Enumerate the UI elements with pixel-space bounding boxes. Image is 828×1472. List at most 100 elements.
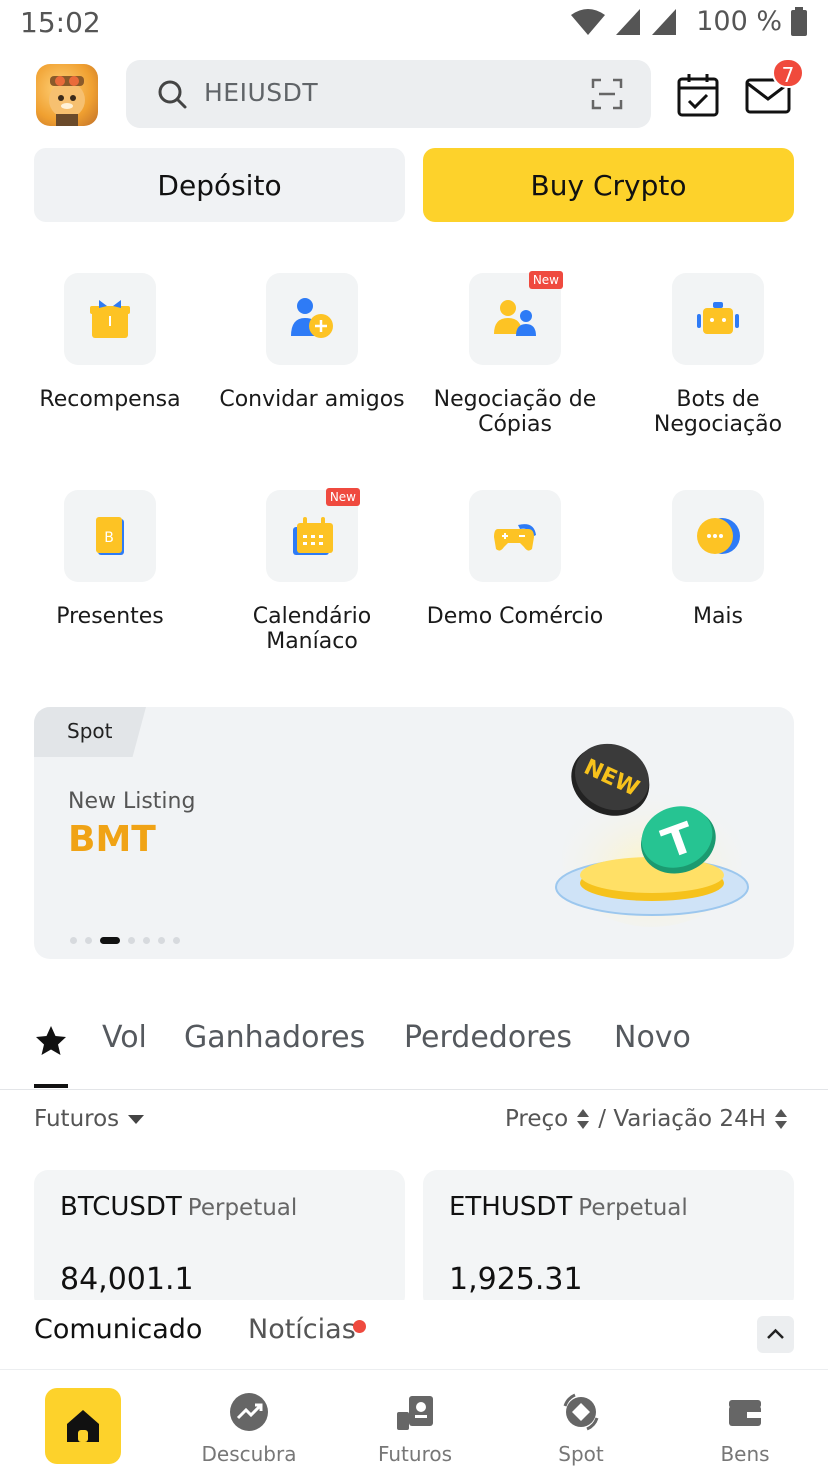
nav-futures[interactable]: Futuros <box>332 1372 498 1472</box>
shortcut-invite-friends[interactable]: Convidar amigos <box>212 273 412 412</box>
banner-title: BMT <box>68 819 156 860</box>
status-indicators: 100 % <box>570 6 808 37</box>
ticker-card-btc[interactable]: BTCUSDT Perpetual 84,001.1 <box>34 1170 405 1310</box>
sort-icon[interactable] <box>774 1108 788 1130</box>
banner-pagination <box>70 937 180 944</box>
header: HEIUSDT 7 <box>0 58 828 132</box>
new-listing-coins-illustration: NEW <box>555 743 749 927</box>
contract-type: Perpetual <box>187 1195 298 1221</box>
signal-icon-2 <box>652 8 677 35</box>
pagination-dot <box>173 937 180 944</box>
shortcut-rewards[interactable]: Recompensa <box>10 273 210 412</box>
calendar-checkin-icon[interactable] <box>676 72 720 118</box>
tab-vol[interactable]: Vol <box>102 1020 147 1055</box>
sort-price-label[interactable]: Preço <box>505 1106 568 1132</box>
new-tag: New <box>325 488 360 506</box>
pagination-dot <box>158 937 165 944</box>
shortcut-trading-bots[interactable]: Bots de Negociação <box>618 273 818 437</box>
pagination-dot <box>143 937 150 944</box>
deposit-button[interactable]: Depósito <box>34 148 405 222</box>
avatar[interactable] <box>36 64 98 126</box>
shortcut-label: Presentes <box>56 604 164 629</box>
gift-icon <box>90 300 130 338</box>
nav-assets[interactable]: Bens <box>662 1372 828 1472</box>
search-input[interactable]: HEIUSDT <box>126 60 651 128</box>
sort-controls: Preço / Variação 24H <box>505 1106 788 1132</box>
shortcut-label: Demo Comércio <box>426 604 604 629</box>
scan-icon[interactable] <box>591 78 623 110</box>
ticker-price: 1,925.31 <box>449 1262 583 1297</box>
shortcut-label: Mais <box>692 604 744 629</box>
shortcut-tile <box>672 273 764 365</box>
chevron-down-icon <box>128 1115 145 1124</box>
tab-news[interactable]: Notícias <box>248 1314 356 1345</box>
shortcut-tile: B <box>64 490 156 582</box>
sort-icon[interactable] <box>576 1108 590 1130</box>
red-packet-icon: B <box>96 517 124 555</box>
futures-icon <box>397 1396 433 1430</box>
shortcut-more[interactable]: Mais <box>618 490 818 629</box>
shortcut-copy-trading[interactable]: New Negociação de Cópias <box>415 271 615 437</box>
shortcut-label: Convidar amigos <box>219 387 405 412</box>
pagination-dot <box>85 937 92 944</box>
pagination-dot <box>128 937 135 944</box>
search-icon <box>158 80 187 109</box>
shortcut-label: Bots de Negociação <box>653 387 783 437</box>
shortcut-tile: New <box>266 488 360 582</box>
shortcut-maniac-calendar[interactable]: New Calendário Maníaco <box>212 488 412 654</box>
ticker-card-eth[interactable]: ETHUSDT Perpetual 1,925.31 <box>423 1170 794 1310</box>
banner-tag-label: Spot <box>67 719 113 743</box>
mail-badge: 7 <box>772 58 804 88</box>
gamepad-icon <box>494 524 536 551</box>
signal-icon <box>616 8 641 35</box>
unread-dot <box>353 1320 366 1333</box>
buy-crypto-button[interactable]: Buy Crypto <box>423 148 794 222</box>
shortcut-tile: New <box>469 271 563 365</box>
shortcut-label: Negociação de Cópias <box>433 387 597 437</box>
collapse-button[interactable] <box>757 1316 794 1353</box>
shortcut-label: Calendário Maníaco <box>252 604 372 654</box>
nav-spot[interactable]: Spot <box>498 1372 664 1472</box>
copy-trading-icon <box>494 300 536 336</box>
pagination-dot-active <box>100 937 120 944</box>
tab-new[interactable]: Novo <box>614 1020 691 1055</box>
shortcut-label: Recompensa <box>39 387 181 412</box>
nav-discover[interactable]: Descubra <box>166 1372 332 1472</box>
market-type-dropdown[interactable]: Futuros <box>34 1106 145 1132</box>
tab-gainers[interactable]: Ganhadores <box>184 1020 365 1055</box>
tab-announcements[interactable]: Comunicado <box>34 1314 202 1345</box>
more-icon <box>697 518 740 554</box>
promo-banner[interactable]: Spot New Listing BMT NEW <box>34 707 794 959</box>
shortcut-gifts[interactable]: B Presentes <box>10 490 210 629</box>
avatar-mascot-icon <box>49 76 85 126</box>
status-time: 15:02 <box>20 6 101 39</box>
search-placeholder: HEIUSDT <box>204 78 319 107</box>
favorites-star-icon[interactable] <box>34 1024 68 1058</box>
nav-label: Bens <box>720 1442 770 1466</box>
shortcut-demo-trading[interactable]: Demo Comércio <box>415 490 615 629</box>
discover-icon <box>230 1393 268 1431</box>
trading-bot-icon <box>697 302 739 334</box>
nav-home[interactable] <box>0 1372 166 1472</box>
nav-label: Futuros <box>377 1442 453 1466</box>
active-tab-indicator <box>34 1084 68 1088</box>
home-icon <box>67 1410 99 1442</box>
pagination-dot <box>70 937 77 944</box>
svg-text:B: B <box>104 530 114 546</box>
wallet-icon <box>729 1400 761 1426</box>
invite-friends-icon <box>291 298 333 338</box>
shortcut-tile <box>672 490 764 582</box>
tab-losers[interactable]: Perdedores <box>404 1020 572 1055</box>
ticker-price: 84,001.1 <box>60 1262 194 1297</box>
market-type-label: Futuros <box>34 1106 120 1132</box>
bottom-navigation: Descubra Futuros Spot Bens <box>0 1372 828 1472</box>
nav-label: Spot <box>558 1442 604 1466</box>
chevron-up-icon <box>767 1328 784 1339</box>
sort-change-label[interactable]: / Variação 24H <box>598 1106 766 1132</box>
battery-icon <box>791 6 807 36</box>
symbol-text: ETHUSDT <box>449 1192 573 1222</box>
battery-percent: 100 % <box>696 6 782 37</box>
symbol-text: BTCUSDT <box>60 1192 182 1222</box>
shortcut-tile <box>266 273 358 365</box>
calendar-icon <box>293 517 333 555</box>
